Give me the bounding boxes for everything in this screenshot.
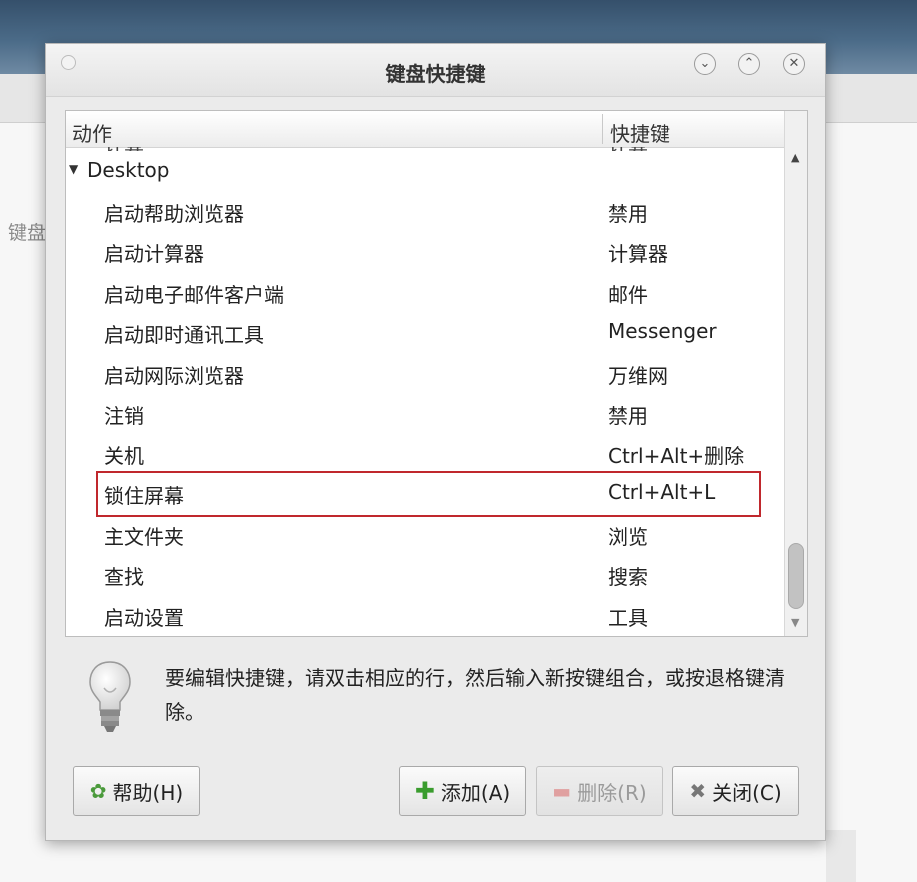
remove-button[interactable]: ▬ 删除(R) (536, 766, 663, 816)
table-row[interactable]: 启动计算器 计算器 (66, 231, 784, 271)
close-button[interactable]: ✖ 关闭(C) (672, 766, 799, 816)
row-shortcut: 搜索 (608, 565, 648, 589)
row-action: 查找 (104, 565, 144, 589)
row-shortcut: 浏览 (608, 525, 648, 549)
table-row[interactable]: 启动即时通讯工具 Messenger (66, 312, 784, 352)
row-shortcut: Ctrl+Alt+L (608, 480, 716, 504)
plus-icon: ✚ (414, 777, 435, 805)
table-row[interactable]: 启动设置 工具 (66, 595, 784, 635)
row-shortcut: 邮件 (608, 283, 648, 307)
group-label: Desktop (87, 158, 170, 182)
close-icon[interactable]: ✕ (783, 53, 805, 75)
row-action: 注销 (104, 404, 144, 428)
close-button-label: 关闭(C) (712, 780, 782, 805)
titlebar: 键盘快捷键 ⌄ ⌃ ✕ (46, 44, 825, 97)
hint-text: 要编辑快捷键，请双击相应的行，然后输入新按键组合，或按退格键清除。 (165, 666, 785, 724)
scroll-down-icon[interactable]: ▼ (791, 616, 799, 629)
group-row-desktop[interactable]: ▼ Desktop (66, 151, 784, 191)
minus-icon: ▬ (552, 779, 572, 803)
scroll-up-icon[interactable]: ▲ (791, 151, 799, 164)
help-lifebuoy-icon: ✿ (89, 779, 107, 803)
table-row[interactable]: 主文件夹 浏览 (66, 514, 784, 554)
row-shortcut: 禁用 (608, 404, 648, 428)
remove-button-label: 删除(R) (577, 780, 647, 805)
maximize-icon[interactable]: ⌃ (738, 53, 760, 75)
row-action: 启动计算器 (104, 242, 204, 266)
table-row[interactable]: 启动网际浏览器 万维网 (66, 353, 784, 393)
row-shortcut: Ctrl+Alt+删除 (608, 444, 745, 468)
list-header: 动作 快捷键 (66, 111, 784, 148)
row-action: 启动设置 (104, 606, 184, 630)
help-button[interactable]: ✿ 帮助(H) (73, 766, 200, 816)
keyboard-shortcuts-dialog: 键盘快捷键 ⌄ ⌃ ✕ 动作 快捷键 计算 计算 ▼ Desktop 启动帮助浏… (45, 43, 826, 841)
help-button-label: 帮助(H) (112, 780, 184, 805)
table-row[interactable]: 关机 Ctrl+Alt+删除 (66, 433, 784, 473)
column-divider[interactable] (602, 114, 603, 144)
row-shortcut: 工具 (608, 606, 648, 630)
row-shortcut: 禁用 (608, 202, 648, 226)
parent-window-label: 键盘 (8, 222, 47, 244)
row-action: 关机 (104, 444, 144, 468)
table-row-lock-screen[interactable]: 锁住屏幕 Ctrl+Alt+L (66, 473, 784, 513)
table-row[interactable]: 启动帮助浏览器 禁用 (66, 191, 784, 231)
scrollbar-thumb[interactable] (788, 543, 804, 609)
parent-window-edge (826, 830, 856, 882)
table-row[interactable]: 查找 搜索 (66, 554, 784, 594)
row-action: 启动电子邮件客户端 (104, 283, 284, 307)
table-row[interactable]: 注销 禁用 (66, 393, 784, 433)
add-button[interactable]: ✚ 添加(A) (399, 766, 526, 816)
lightbulb-icon (86, 658, 134, 738)
add-button-label: 添加(A) (440, 780, 511, 805)
row-shortcut: 万维网 (608, 364, 668, 388)
shortcut-tree-view[interactable]: 动作 快捷键 计算 计算 ▼ Desktop 启动帮助浏览器 禁用 启动计算器 … (65, 110, 808, 637)
row-shortcut: 计算器 (608, 242, 668, 266)
row-action: 启动即时通讯工具 (104, 323, 264, 347)
expander-down-icon[interactable]: ▼ (69, 162, 78, 176)
row-action: 启动网际浏览器 (104, 364, 244, 388)
row-action: 锁住屏幕 (104, 484, 184, 508)
minimize-icon[interactable]: ⌄ (694, 53, 716, 75)
column-header-action[interactable]: 动作 (72, 118, 112, 147)
column-header-shortcut[interactable]: 快捷键 (610, 118, 670, 147)
close-x-icon: ✖ (689, 779, 707, 803)
row-action: 主文件夹 (104, 525, 184, 549)
vertical-scrollbar[interactable]: ▲ ▼ (784, 111, 807, 636)
row-action: 启动帮助浏览器 (104, 202, 244, 226)
table-row[interactable]: 启动电子邮件客户端 邮件 (66, 272, 784, 312)
row-shortcut: Messenger (608, 319, 717, 343)
